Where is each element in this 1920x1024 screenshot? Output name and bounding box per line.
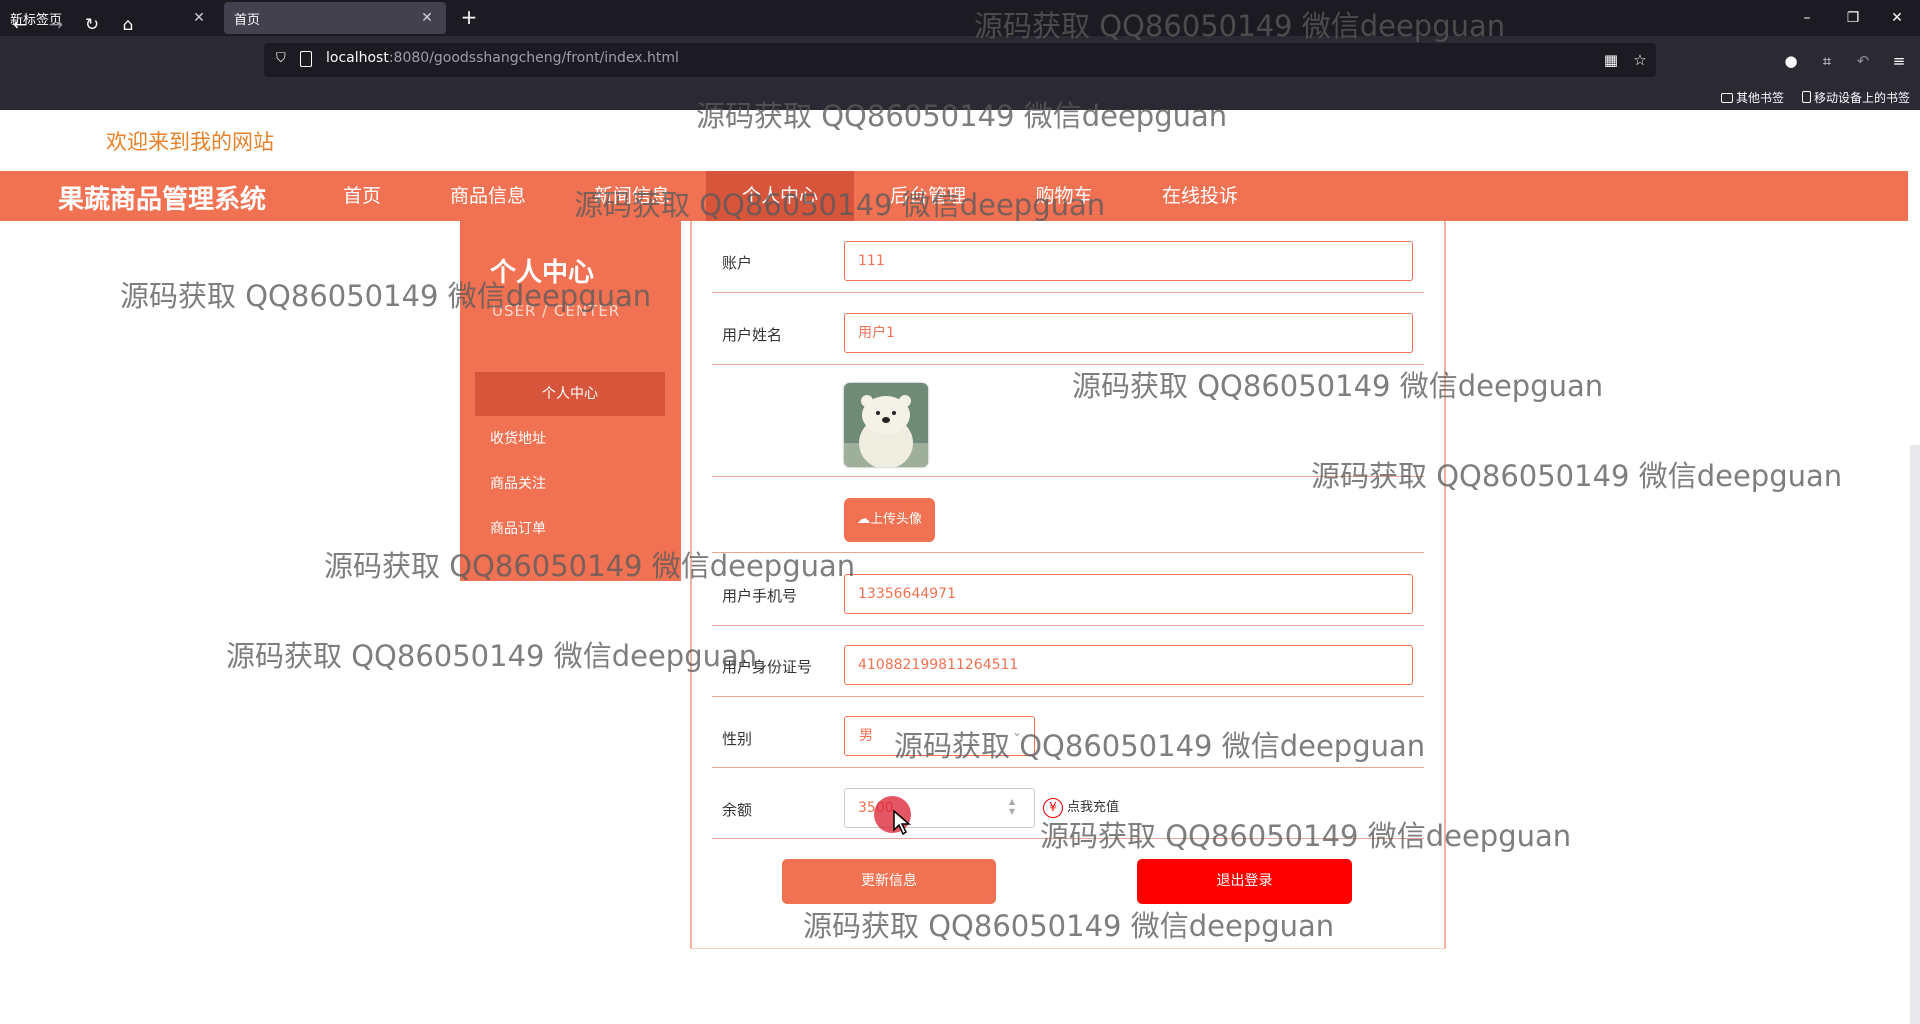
sidebar-item-address[interactable]: 收货地址 xyxy=(475,417,665,461)
sidebar-item-favorites[interactable]: 商品关注 xyxy=(475,462,665,506)
browser-tab-home[interactable]: 首页 ✕ xyxy=(224,2,446,34)
idcard-label: 用户身份证号 xyxy=(722,658,813,676)
bookmark-mobile[interactable]: 移动设备上的书签 xyxy=(1802,88,1910,108)
forward-icon[interactable]: → xyxy=(43,12,69,38)
nav-complaint[interactable]: 在线投诉 xyxy=(1130,171,1270,221)
chevron-down-icon: ⌄ xyxy=(1012,725,1023,739)
yen-icon: ¥ xyxy=(1043,797,1063,818)
upload-avatar-button[interactable]: ☁上传头像 xyxy=(844,498,935,542)
back-icon[interactable]: ← xyxy=(7,12,33,38)
bookmarks-bar xyxy=(0,86,1920,110)
url-text[interactable]: localhost:8080/goodsshangcheng/front/ind… xyxy=(326,50,679,66)
restore-icon[interactable]: ❐ xyxy=(1830,0,1876,36)
reload-icon[interactable]: ↻ xyxy=(79,12,105,38)
nav-products[interactable]: 商品信息 xyxy=(418,171,558,221)
account-icon[interactable]: ● xyxy=(1780,50,1802,72)
idcard-input[interactable]: 410882199811264511 xyxy=(844,645,1413,685)
number-spinner-icon[interactable]: ▲ ▼ xyxy=(1006,797,1018,817)
divider xyxy=(712,767,1424,768)
divider xyxy=(712,476,1424,477)
name-label: 用户姓名 xyxy=(722,326,783,344)
divider xyxy=(712,838,1424,839)
nav-news[interactable]: 新闻信息 xyxy=(562,171,702,221)
logout-button[interactable]: 退出登录 xyxy=(1137,859,1352,904)
bookmark-star-icon[interactable]: ☆ xyxy=(1630,50,1650,70)
new-tab-plus-icon[interactable]: + xyxy=(457,6,481,30)
folder-icon xyxy=(1721,93,1733,103)
tab-title: 首页 xyxy=(234,12,261,28)
divider xyxy=(712,696,1424,697)
gender-label: 性别 xyxy=(722,730,753,748)
divider xyxy=(712,552,1424,553)
page-icon xyxy=(300,51,312,67)
minimize-icon[interactable]: – xyxy=(1784,0,1830,36)
window-close-icon[interactable]: ✕ xyxy=(1874,0,1920,36)
divider xyxy=(712,292,1424,293)
account-input[interactable]: 111 xyxy=(844,241,1413,281)
recharge-label: 点我充值 xyxy=(1067,800,1120,815)
scrollbar-thumb[interactable] xyxy=(1910,445,1920,1024)
bear-avatar-icon xyxy=(844,383,928,467)
sidebar-item-user-center[interactable]: 个人中心 xyxy=(475,372,665,416)
url-path: :8080/goodsshangcheng/front/index.html xyxy=(388,50,679,66)
url-host: localhost xyxy=(326,50,389,66)
phone-label: 用户手机号 xyxy=(722,587,798,605)
nav-cart[interactable]: 购物车 xyxy=(1000,171,1128,221)
divider xyxy=(712,625,1424,626)
sidebar-title: 个人中心 xyxy=(490,258,595,288)
phone-input[interactable]: 13356644971 xyxy=(844,574,1413,614)
mouse-cursor-icon xyxy=(893,810,912,836)
welcome-text: 欢迎来到我的网站 xyxy=(106,130,274,154)
upload-label: 上传头像 xyxy=(869,512,922,527)
bookmark-label: 其他书签 xyxy=(1736,91,1785,105)
sidebar-subtitle: USER / CENTER xyxy=(492,302,621,320)
balance-label: 余额 xyxy=(722,801,753,819)
nav-user-center[interactable]: 个人中心 xyxy=(706,171,854,221)
account-label: 账户 xyxy=(722,254,753,272)
recharge-link[interactable]: ¥ 点我充值 xyxy=(1043,796,1119,818)
close-icon[interactable]: ✕ xyxy=(190,10,208,26)
menu-icon[interactable]: ≡ xyxy=(1888,50,1910,72)
sidebar-item-orders[interactable]: 商品订单 xyxy=(475,507,665,551)
update-info-button[interactable]: 更新信息 xyxy=(782,859,996,904)
qr-code-icon[interactable]: ▦ xyxy=(1601,50,1621,70)
crop-icon[interactable]: ⌗ xyxy=(1816,50,1838,72)
cloud-upload-icon: ☁ xyxy=(856,512,870,527)
shield-icon[interactable]: ⛉ xyxy=(276,51,290,67)
mobile-icon xyxy=(1802,91,1811,103)
nav-home[interactable]: 首页 xyxy=(312,171,412,221)
undo-icon[interactable]: ↶ xyxy=(1852,50,1874,72)
divider xyxy=(712,364,1424,365)
site-brand: 果蔬商品管理系统 xyxy=(58,185,267,215)
home-icon[interactable]: ⌂ xyxy=(115,12,141,38)
bookmark-label: 移动设备上的书签 xyxy=(1814,91,1911,105)
avatar xyxy=(844,383,928,467)
nav-admin[interactable]: 后台管理 xyxy=(858,171,998,221)
name-input[interactable]: 用户1 xyxy=(844,313,1413,353)
bookmark-other[interactable]: 其他书签 xyxy=(1721,88,1784,108)
gender-select[interactable]: 男 xyxy=(844,716,1035,756)
close-icon[interactable]: ✕ xyxy=(418,10,436,26)
